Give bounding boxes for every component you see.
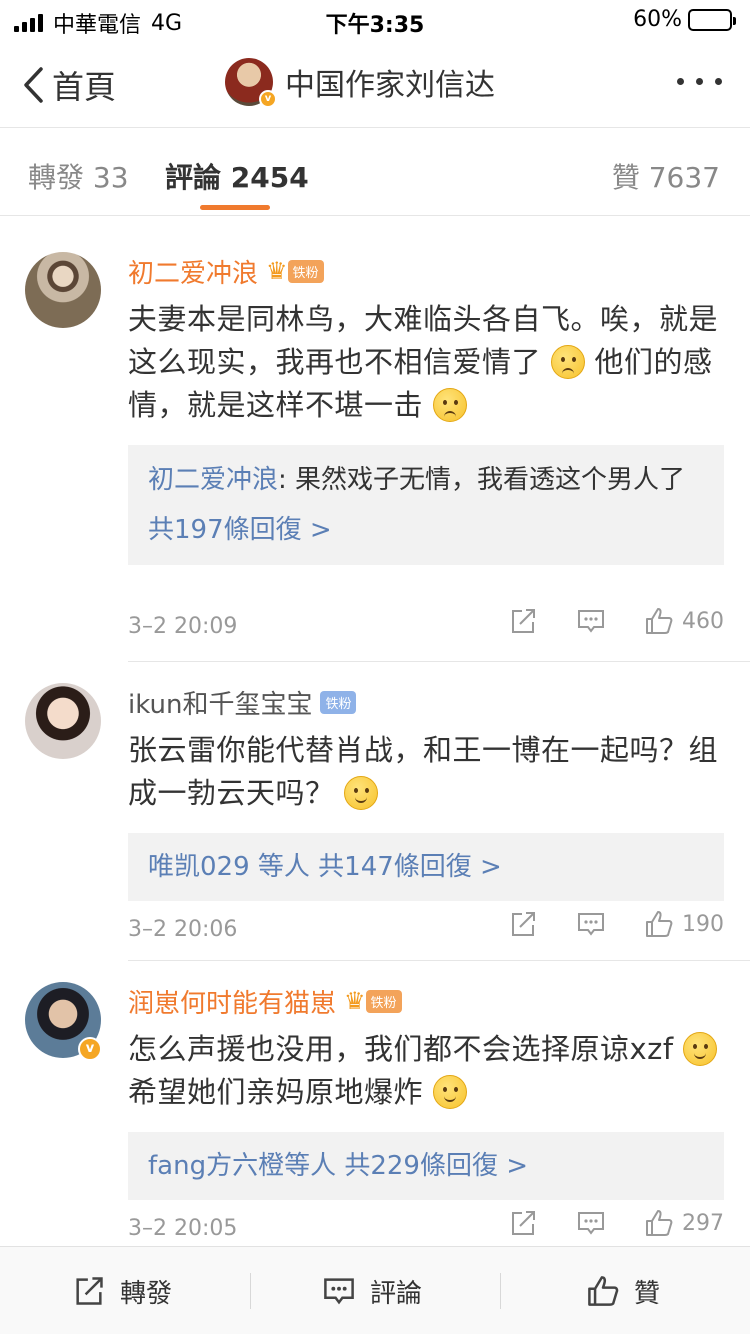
- username[interactable]: 初二爱冲浪 ♛ 铁粉: [128, 254, 724, 289]
- share-icon: [76, 1277, 103, 1305]
- comment-time: 3–2 20:05: [128, 1216, 238, 1241]
- comment-body: ikun和千玺宝宝 铁粉 张云雷你能代替肖战，和王一博在一起吗？组成一勃云天吗？…: [128, 685, 724, 901]
- more-button[interactable]: [677, 78, 722, 85]
- reply-text: : 果然戏子无情，我看透这个男人了: [278, 465, 686, 495]
- fan-tag: 铁粉: [365, 989, 402, 1013]
- comment-meta: 3–2 20:09 460: [128, 606, 724, 646]
- battery-percent: 60%: [633, 7, 682, 32]
- tab-bar: 轉發 33 評論 2454 贊 7637: [0, 128, 750, 216]
- comment-meta: 3–2 20:06 190: [128, 909, 724, 949]
- fan-badge[interactable]: 铁粉: [320, 690, 357, 714]
- back-button[interactable]: 首頁: [22, 62, 116, 108]
- reply-count-link[interactable]: fang方六橙等人 共229條回復 >: [148, 1145, 704, 1187]
- comment-actions: 297: [470, 1208, 724, 1238]
- username[interactable]: 润崽何时能有猫崽 ♛ 铁粉: [128, 984, 724, 1019]
- thumbs-up-icon[interactable]: [644, 909, 674, 939]
- comment-actions: 190: [470, 909, 724, 939]
- back-label: 首頁: [52, 68, 117, 106]
- repost-button[interactable]: 轉發: [72, 1247, 172, 1334]
- author-name: 中国作家刘信达: [285, 68, 495, 103]
- share-icon[interactable]: [508, 909, 538, 939]
- smile-emoji-icon: [432, 1075, 467, 1109]
- username-text: 润崽何时能有猫崽: [128, 988, 337, 1019]
- comment-text: 张云雷你能代替肖战，和王一博在一起吗？组成一勃云天吗？: [128, 729, 724, 815]
- verified-badge-icon: v: [78, 1037, 102, 1061]
- thumbs-up-icon[interactable]: [644, 1208, 674, 1238]
- like-label: 贊: [634, 1278, 661, 1309]
- verified-badge-icon: v: [259, 90, 277, 108]
- smile-emoji-icon: [344, 776, 379, 810]
- username-text: 初二爱冲浪: [128, 258, 259, 289]
- bottom-toolbar: 轉發 評論 贊: [0, 1246, 750, 1334]
- comment-text: 夫妻本是同林鸟，大难临头各自飞。唉，就是这么现实，我再也不相信爱情了 他们的感情…: [128, 298, 724, 427]
- comment-icon[interactable]: [576, 909, 606, 939]
- battery-icon: [688, 8, 736, 31]
- chevron-left-icon: [24, 67, 43, 103]
- comment-label: 評論: [370, 1278, 423, 1309]
- toolbar-separator: [500, 1273, 501, 1309]
- comment-text-part: 怎么声援也没用，我们都不会选择原谅xzf: [128, 1032, 674, 1066]
- fan-tag: 铁粉: [287, 259, 324, 283]
- fan-tag: 铁粉: [320, 690, 357, 714]
- divider: [128, 960, 750, 961]
- smile-emoji-icon: [683, 1032, 718, 1066]
- tab-repost[interactable]: 轉發 33: [28, 156, 129, 196]
- username[interactable]: ikun和千玺宝宝 铁粉: [128, 685, 724, 720]
- crown-icon: ♛: [266, 257, 288, 285]
- thumbs-up-icon[interactable]: [644, 606, 674, 636]
- status-right: 60%: [633, 7, 736, 32]
- avatar[interactable]: [25, 252, 101, 328]
- active-tab-indicator: [200, 205, 270, 210]
- reply-author[interactable]: 初二爱冲浪: [148, 465, 278, 495]
- comment-text: 怎么声援也没用，我们都不会选择原谅xzf 希望她们亲妈原地爆炸: [128, 1028, 724, 1114]
- reply-box[interactable]: 初二爱冲浪: 果然戏子无情，我看透这个男人了 共197條回復 >: [128, 445, 724, 565]
- comment-text-part: 张云雷你能代替肖战，和王一博在一起吗？组成一勃云天吗？: [128, 733, 719, 810]
- comment-actions: 460: [470, 606, 724, 636]
- divider: [128, 661, 750, 662]
- like-count: 297: [682, 1210, 724, 1236]
- comment-time: 3–2 20:09: [128, 614, 238, 639]
- more-dot-icon: [715, 78, 722, 85]
- fan-badge[interactable]: ♛ 铁粉: [266, 257, 324, 285]
- reply-count-link[interactable]: 唯凯029 等人 共147條回復 >: [148, 846, 704, 888]
- comment-time: 3–2 20:06: [128, 917, 238, 942]
- tab-comments[interactable]: 評論 2454: [165, 156, 309, 196]
- comment-text-part: 希望她们亲妈原地爆炸: [128, 1075, 424, 1109]
- comment-body: 润崽何时能有猫崽 ♛ 铁粉 怎么声援也没用，我们都不会选择原谅xzf 希望她们亲妈…: [128, 984, 724, 1200]
- comment-icon: [324, 1278, 354, 1305]
- comment-icon[interactable]: [576, 606, 606, 636]
- username-text: ikun和千玺宝宝: [128, 689, 313, 720]
- reply-count-link[interactable]: 共197條回復 >: [148, 509, 704, 551]
- tab-likes[interactable]: 贊 7637: [612, 156, 720, 196]
- comment-icon[interactable]: [576, 1208, 606, 1238]
- avatar[interactable]: [25, 683, 101, 759]
- nav-bar: 首頁 v 中国作家刘信达: [0, 40, 750, 128]
- more-dot-icon: [677, 78, 684, 85]
- nav-title[interactable]: v 中国作家刘信达: [225, 58, 495, 108]
- reply-box[interactable]: 唯凯029 等人 共147條回復 >: [128, 833, 724, 901]
- more-dot-icon: [696, 78, 703, 85]
- comment-body: 初二爱冲浪 ♛ 铁粉 夫妻本是同林鸟，大难临头各自飞。唉，就是这么现实，我再也不相…: [128, 254, 724, 565]
- comment-button[interactable]: 評論: [322, 1247, 422, 1334]
- share-icon[interactable]: [508, 1208, 538, 1238]
- reply-preview: 初二爱冲浪: 果然戏子无情，我看透这个男人了: [148, 459, 704, 501]
- crown-icon: ♛: [344, 987, 366, 1015]
- like-count: 460: [682, 608, 724, 634]
- share-icon[interactable]: [508, 606, 538, 636]
- like-button[interactable]: 贊: [586, 1247, 660, 1334]
- sad-emoji-icon: [550, 345, 585, 379]
- fan-badge[interactable]: ♛ 铁粉: [344, 987, 402, 1015]
- crying-emoji-icon: [432, 388, 467, 422]
- comment-meta: 3–2 20:05 297: [128, 1208, 724, 1248]
- status-bar: 中華電信 4G 下午3:35 60%: [0, 0, 750, 40]
- repost-label: 轉發: [120, 1278, 173, 1309]
- toolbar-separator: [250, 1273, 251, 1309]
- author-avatar[interactable]: v: [225, 58, 277, 108]
- like-count: 190: [682, 911, 724, 937]
- reply-box[interactable]: fang方六橙等人 共229條回復 >: [128, 1132, 724, 1200]
- thumbs-up-icon: [588, 1276, 619, 1306]
